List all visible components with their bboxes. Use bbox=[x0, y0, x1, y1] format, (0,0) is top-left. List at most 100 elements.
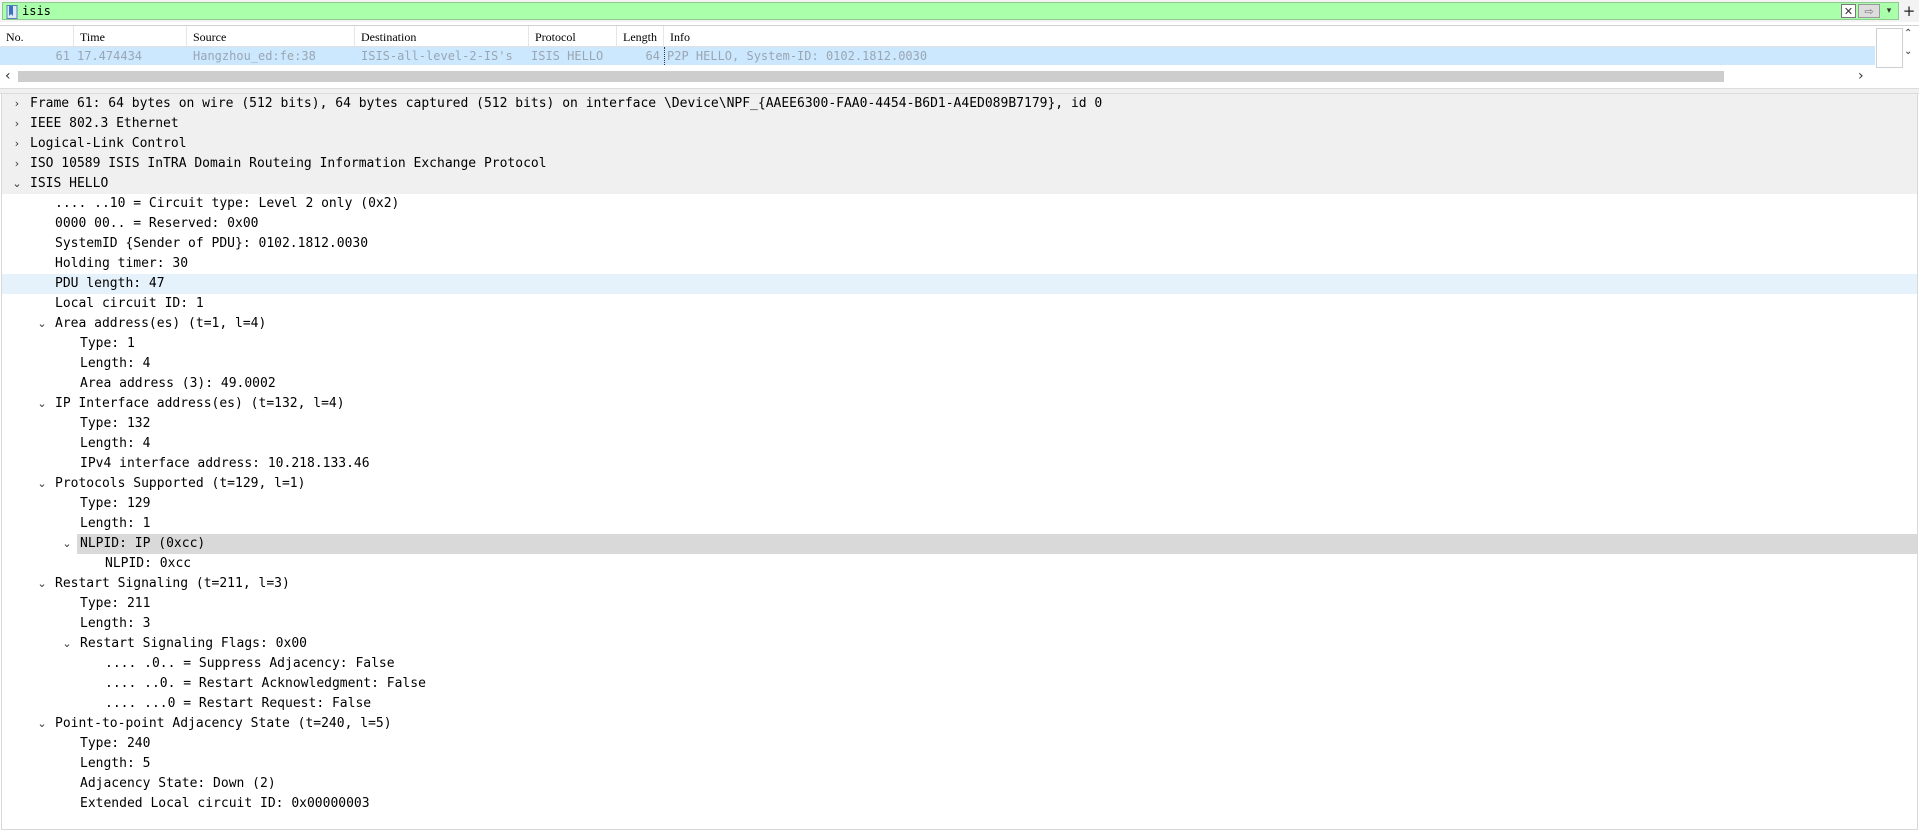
tree-item-label: Type: 1 bbox=[80, 336, 135, 351]
tree-item-label: IEEE 802.3 Ethernet bbox=[30, 116, 179, 131]
column-header-destination[interactable]: Destination bbox=[355, 26, 529, 46]
expand-chevron-icon[interactable]: › bbox=[10, 114, 24, 134]
tree-item-label: NLPID: 0xcc bbox=[105, 556, 192, 571]
column-header-length[interactable]: Length bbox=[617, 26, 664, 46]
tree-item[interactable]: Adjacency State: Down (2) bbox=[2, 774, 1917, 794]
tree-item[interactable]: .... ..0. = Restart Acknowledgment: Fals… bbox=[2, 674, 1917, 694]
tree-item[interactable]: ⌄ Restart Signaling (t=211, l=3) bbox=[2, 574, 1917, 594]
horizontal-scroll-thumb[interactable] bbox=[18, 71, 1724, 82]
tree-item-label: .... ..10 = Circuit type: Level 2 only (… bbox=[55, 196, 400, 211]
column-header-info[interactable]: Info bbox=[664, 26, 1875, 46]
packet-list-horizontal-scrollbar[interactable]: ‹ › bbox=[0, 68, 1875, 86]
tree-item[interactable]: ⌄ Restart Signaling Flags: 0x00 bbox=[2, 634, 1917, 654]
column-header-no[interactable]: No. bbox=[0, 26, 74, 46]
tree-item[interactable]: Type: 132 bbox=[2, 414, 1917, 434]
tree-item-label: Restart Signaling (t=211, l=3) bbox=[55, 576, 290, 591]
tree-item-label: Length: 4 bbox=[80, 356, 151, 371]
tree-item-label: Frame 61: 64 bytes on wire (512 bits), 6… bbox=[30, 96, 1103, 111]
tree-item-label: Logical-Link Control bbox=[30, 136, 187, 151]
tree-item[interactable]: Length: 1 bbox=[2, 514, 1917, 534]
packet-list-vertical-scrollbar[interactable]: ⌃ ⌄ bbox=[1875, 26, 1919, 87]
packet-details-tree: › Frame 61: 64 bytes on wire (512 bits), … bbox=[1, 94, 1918, 830]
tree-item-label: Protocols Supported (t=129, l=1) bbox=[55, 476, 306, 491]
tree-item[interactable]: IPv4 interface address: 10.218.133.46 bbox=[2, 454, 1917, 474]
tree-item[interactable]: ⌄ Point-to-point Adjacency State (t=240, … bbox=[2, 714, 1917, 734]
clear-filter-button[interactable]: ✕ bbox=[1841, 4, 1856, 18]
tree-item[interactable]: › Logical-Link Control bbox=[2, 134, 1917, 154]
add-filter-button[interactable]: + bbox=[1901, 2, 1917, 20]
expand-chevron-icon[interactable]: › bbox=[10, 134, 24, 154]
scroll-left-icon[interactable]: ‹ bbox=[5, 68, 11, 84]
tree-item-label: Holding timer: 30 bbox=[55, 256, 189, 271]
tree-item[interactable]: Length: 4 bbox=[2, 354, 1917, 374]
tree-item-label: Area address(es) (t=1, l=4) bbox=[55, 316, 267, 331]
tree-item-label: Point-to-point Adjacency State (t=240, l… bbox=[55, 716, 392, 731]
tree-item[interactable]: Length: 5 bbox=[2, 754, 1917, 774]
display-filter-input[interactable] bbox=[18, 3, 1841, 19]
expand-chevron-icon[interactable]: › bbox=[10, 94, 24, 114]
tree-item-label: Type: 211 bbox=[80, 596, 151, 611]
tree-item-label: ISIS HELLO bbox=[30, 176, 109, 191]
collapse-chevron-icon[interactable]: ⌄ bbox=[60, 534, 74, 554]
tree-item[interactable]: Local circuit ID: 1 bbox=[2, 294, 1917, 314]
filter-history-dropdown[interactable]: ▾ bbox=[1882, 4, 1896, 18]
tree-item[interactable]: Holding timer: 30 bbox=[2, 254, 1917, 274]
tree-item[interactable]: Length: 4 bbox=[2, 434, 1917, 454]
tree-item-label: NLPID: IP (0xcc) bbox=[80, 536, 206, 551]
tree-item[interactable]: Extended Local circuit ID: 0x00000003 bbox=[2, 794, 1917, 814]
tree-item[interactable]: Type: 129 bbox=[2, 494, 1917, 514]
tree-item[interactable]: › ISO 10589 ISIS InTRA Domain Routeing In… bbox=[2, 154, 1917, 174]
packet-minimap[interactable] bbox=[1876, 28, 1903, 68]
column-header-protocol[interactable]: Protocol bbox=[529, 26, 617, 46]
tree-item[interactable]: Type: 1 bbox=[2, 334, 1917, 354]
packet-row[interactable]: 61 17.474434 Hangzhou_ed:fe:38 ISIS-all-… bbox=[0, 47, 1875, 65]
scroll-right-icon[interactable]: › bbox=[1858, 68, 1864, 84]
packet-time: 17.474434 bbox=[77, 49, 143, 63]
tree-item[interactable]: › Frame 61: 64 bytes on wire (512 bits), … bbox=[2, 94, 1917, 114]
tree-item[interactable]: › IEEE 802.3 Ethernet bbox=[2, 114, 1917, 134]
tree-item-label: .... ..0. = Restart Acknowledgment: Fals… bbox=[105, 676, 426, 691]
apply-filter-button[interactable]: ⇨ bbox=[1858, 4, 1880, 18]
tree-item[interactable]: Type: 211 bbox=[2, 594, 1917, 614]
packet-length: 64 bbox=[645, 49, 660, 63]
tree-item[interactable]: ⌄ ISIS HELLO bbox=[2, 174, 1917, 194]
column-header-time[interactable]: Time bbox=[74, 26, 187, 46]
tree-item-label: Length: 5 bbox=[80, 756, 151, 771]
tree-item-label: Type: 132 bbox=[80, 416, 151, 431]
tree-item[interactable]: 0000 00.. = Reserved: 0x00 bbox=[2, 214, 1917, 234]
tree-item[interactable]: Type: 240 bbox=[2, 734, 1917, 754]
scroll-down-icon[interactable]: ⌄ bbox=[1904, 46, 1912, 57]
tree-item-label: Length: 3 bbox=[80, 616, 151, 631]
tree-item-label: 0000 00.. = Reserved: 0x00 bbox=[55, 216, 259, 231]
tree-item[interactable]: .... ...0 = Restart Request: False bbox=[2, 694, 1917, 714]
tree-item[interactable]: SystemID {Sender of PDU}: 0102.1812.0030 bbox=[2, 234, 1917, 254]
tree-item[interactable]: ⌄ IP Interface address(es) (t=132, l=4) bbox=[2, 394, 1917, 414]
collapse-chevron-icon[interactable]: ⌄ bbox=[10, 174, 24, 194]
collapse-chevron-icon[interactable]: ⌄ bbox=[35, 394, 49, 414]
scroll-up-icon[interactable]: ⌃ bbox=[1904, 28, 1912, 39]
collapse-chevron-icon[interactable]: ⌄ bbox=[35, 574, 49, 594]
filter-bookmark-icon[interactable] bbox=[6, 4, 18, 19]
tree-item-label: Length: 4 bbox=[80, 436, 151, 451]
tree-item[interactable]: Length: 3 bbox=[2, 614, 1917, 634]
expand-chevron-icon[interactable]: › bbox=[10, 154, 24, 174]
tree-item-label: ISO 10589 ISIS InTRA Domain Routeing Inf… bbox=[30, 156, 547, 171]
tree-item[interactable]: .... .0.. = Suppress Adjacency: False bbox=[2, 654, 1917, 674]
tree-item[interactable]: NLPID: 0xcc bbox=[2, 554, 1917, 574]
tree-item-label: IP Interface address(es) (t=132, l=4) bbox=[55, 396, 345, 411]
tree-item-label: Type: 129 bbox=[80, 496, 151, 511]
column-header-source[interactable]: Source bbox=[187, 26, 355, 46]
packet-protocol: ISIS HELLO bbox=[531, 49, 604, 63]
tree-item-label: IPv4 interface address: 10.218.133.46 bbox=[80, 456, 370, 471]
tree-item[interactable]: ⌄ Area address(es) (t=1, l=4) bbox=[2, 314, 1917, 334]
collapse-chevron-icon[interactable]: ⌄ bbox=[35, 314, 49, 334]
tree-item[interactable]: PDU length: 47 bbox=[2, 274, 1917, 294]
tree-item-label: Length: 1 bbox=[80, 516, 151, 531]
collapse-chevron-icon[interactable]: ⌄ bbox=[60, 634, 74, 654]
collapse-chevron-icon[interactable]: ⌄ bbox=[35, 474, 49, 494]
tree-item[interactable]: ⌄ NLPID: IP (0xcc) bbox=[2, 534, 1917, 554]
tree-item[interactable]: Area address (3): 49.0002 bbox=[2, 374, 1917, 394]
tree-item[interactable]: .... ..10 = Circuit type: Level 2 only (… bbox=[2, 194, 1917, 214]
collapse-chevron-icon[interactable]: ⌄ bbox=[35, 714, 49, 734]
tree-item[interactable]: ⌄ Protocols Supported (t=129, l=1) bbox=[2, 474, 1917, 494]
